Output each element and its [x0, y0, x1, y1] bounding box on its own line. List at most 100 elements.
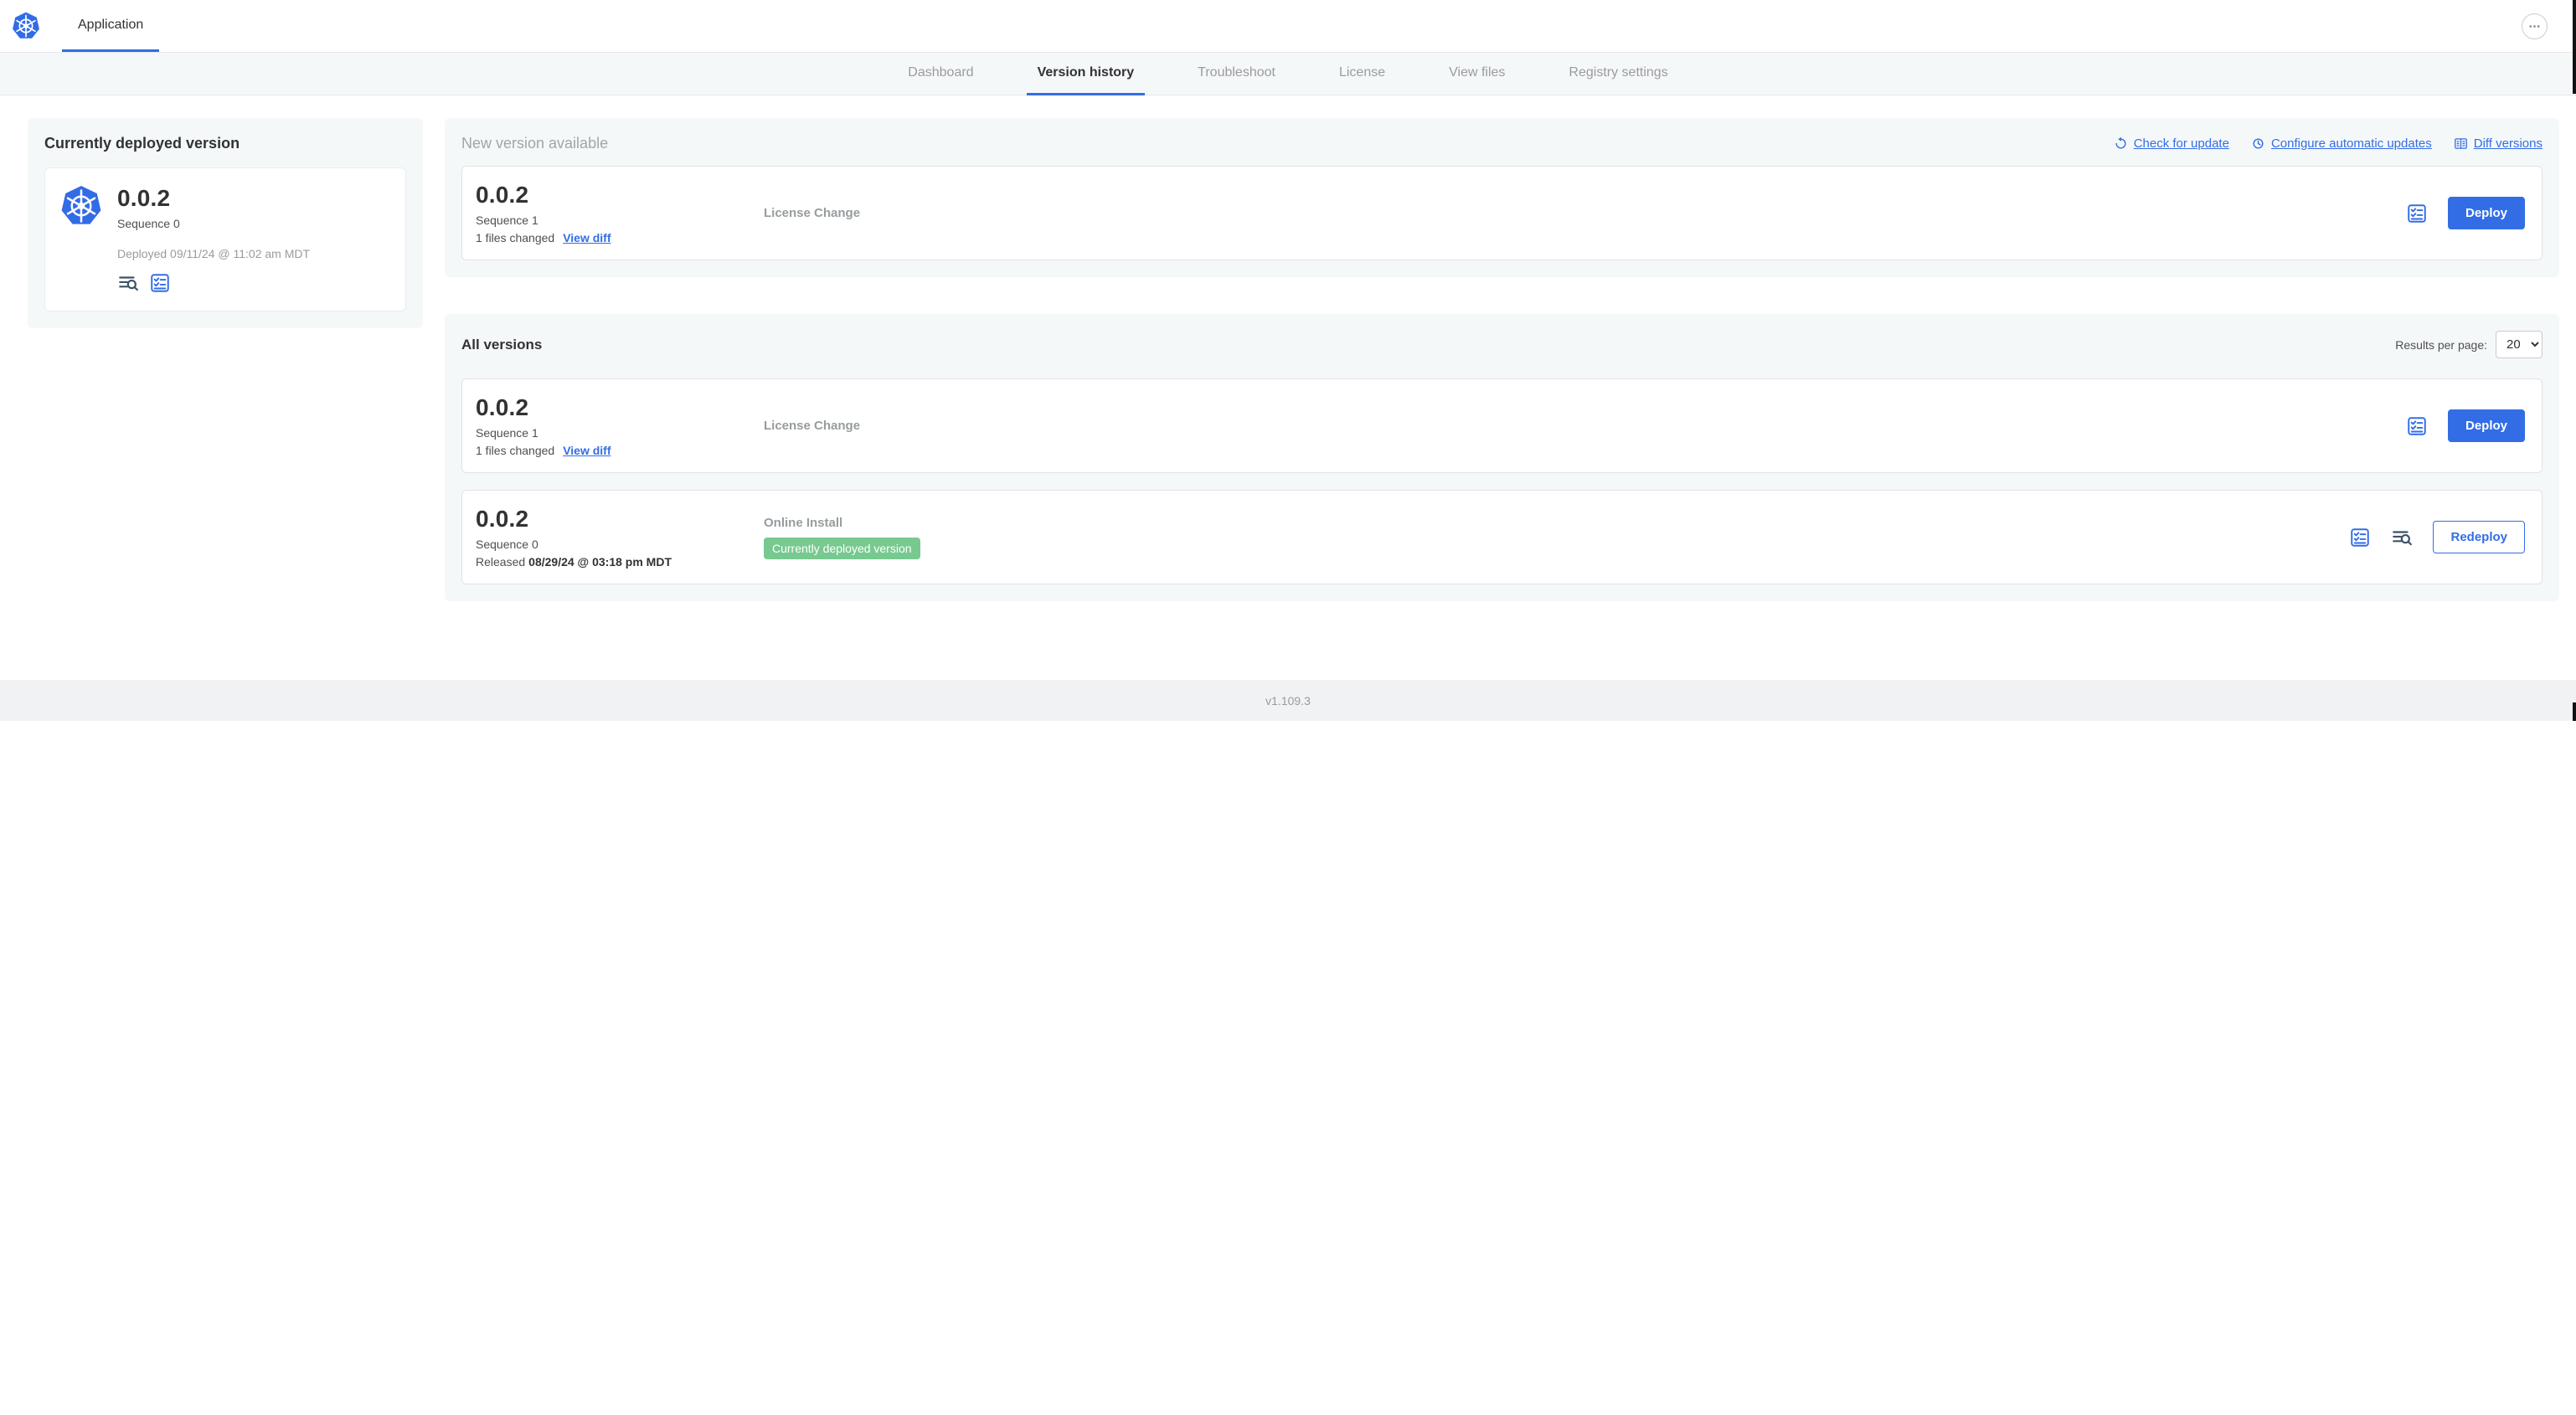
tab-view-files[interactable]: View files: [1438, 53, 1516, 95]
version-source: Online Install Currently deployed versio…: [764, 516, 2332, 559]
checklist-icon: [2406, 203, 2428, 224]
top-bar: Application: [0, 0, 2576, 53]
currently-deployed-badge: Currently deployed version: [764, 537, 920, 559]
version-list: 0.0.2 Sequence 1 1 files changed View di…: [461, 378, 2543, 584]
version-row: 0.0.2 Sequence 1 1 files changed View di…: [461, 378, 2543, 473]
tab-troubleshoot[interactable]: Troubleshoot: [1187, 53, 1286, 95]
preflight-checks-button[interactable]: [149, 272, 171, 294]
version-number: 0.0.2: [117, 185, 171, 211]
refresh-ccw-icon: [2114, 136, 2128, 151]
diff-versions-label: Diff versions: [2473, 136, 2543, 151]
app-nav: Dashboard Version history Troubleshoot L…: [0, 53, 2576, 95]
view-diff-link[interactable]: View diff: [563, 444, 611, 457]
checklist-icon: [149, 272, 171, 294]
all-versions-section: All versions Results per page: 20 0.0.2 …: [445, 314, 2559, 601]
tab-label: Dashboard: [908, 65, 974, 80]
tab-label: Troubleshoot: [1198, 65, 1275, 80]
tab-dashboard[interactable]: Dashboard: [897, 53, 984, 95]
view-diff-link[interactable]: View diff: [563, 231, 611, 244]
all-versions-header: All versions Results per page: 20: [461, 331, 2543, 358]
app-tab[interactable]: Application: [62, 0, 160, 52]
all-versions-title: All versions: [461, 336, 543, 352]
currently-deployed-section: Currently deployed version 0.0.2 Sequenc…: [28, 118, 423, 328]
version-row-actions: Deploy: [2389, 197, 2525, 229]
version-number: 0.0.2: [476, 394, 529, 420]
clock-icon: [2251, 136, 2265, 151]
version-row-actions: Redeploy: [2332, 521, 2525, 553]
check-for-update-label: Check for update: [2133, 136, 2229, 151]
sequence-label: Sequence 0: [117, 217, 180, 230]
results-per-page-label: Results per page:: [2395, 337, 2487, 352]
deploy-logs-button[interactable]: [117, 272, 139, 294]
version-source: License Change: [764, 206, 2389, 220]
kubernetes-app-icon: [60, 185, 102, 227]
tab-label: View files: [1449, 65, 1506, 80]
console-version-label: v1.109.3: [1265, 693, 1311, 708]
tab-label: Registry settings: [1569, 65, 1668, 80]
version-info: 0.0.2 Sequence 1 1 files changed View di…: [476, 182, 764, 244]
screen-edge-artifact-top: [2573, 0, 2576, 94]
screen-edge-artifact-bottom: [2573, 702, 2576, 721]
main-content: Currently deployed version 0.0.2 Sequenc…: [0, 95, 2576, 680]
app-tab-label: Application: [78, 17, 144, 32]
currently-deployed-column: Currently deployed version 0.0.2 Sequenc…: [28, 118, 423, 328]
version-number: 0.0.2: [476, 506, 529, 532]
files-changed-row: 1 files changed View diff: [476, 444, 764, 457]
version-info: 0.0.2 Sequence 1 1 files changed View di…: [476, 394, 764, 457]
current-version-actions: [117, 272, 310, 294]
checklist-icon: [2349, 527, 2371, 548]
version-info: 0.0.2 Sequence 0 Released 08/29/24 @ 03:1…: [476, 506, 764, 569]
diff-table-icon: [2454, 136, 2468, 151]
version-source-label: License Change: [764, 419, 861, 433]
ellipsis-icon: [2527, 18, 2543, 34]
version-number: 0.0.2: [476, 182, 529, 208]
deploy-button[interactable]: Deploy: [2447, 197, 2525, 229]
diff-versions-link[interactable]: Diff versions: [2454, 136, 2543, 151]
checklist-icon: [2406, 415, 2428, 437]
current-version-details: 0.0.2 Sequence 0 Deployed 09/11/24 @ 11:…: [117, 185, 310, 294]
preflight-checks-button[interactable]: [2349, 527, 2371, 548]
deploy-button[interactable]: Deploy: [2447, 409, 2525, 442]
files-changed-label: 1 files changed: [476, 444, 555, 457]
preflight-checks-button[interactable]: [2406, 415, 2428, 437]
released-date: 08/29/24 @ 03:18 pm MDT: [528, 555, 672, 569]
log-search-icon: [117, 272, 139, 294]
tab-version-history[interactable]: Version history: [1026, 53, 1146, 95]
version-source-label: Online Install: [764, 515, 843, 530]
currently-deployed-title: Currently deployed version: [44, 135, 240, 152]
deployed-timestamp: Deployed 09/11/24 @ 11:02 am MDT: [117, 247, 311, 260]
app-footer: v1.109.3: [0, 680, 2576, 721]
new-version-header: New version available Check for update C…: [461, 135, 2543, 152]
configure-automatic-updates-link[interactable]: Configure automatic updates: [2251, 136, 2432, 151]
new-version-row: 0.0.2 Sequence 1 1 files changed View di…: [461, 166, 2543, 260]
configure-automatic-updates-label: Configure automatic updates: [2270, 136, 2432, 151]
tab-registry-settings[interactable]: Registry settings: [1558, 53, 1678, 95]
version-actions-links: Check for update Configure automatic upd…: [2114, 136, 2543, 151]
tab-label: License: [1338, 65, 1386, 80]
new-version-title: New version available: [461, 135, 609, 152]
check-for-update-link[interactable]: Check for update: [2114, 136, 2229, 151]
tab-license[interactable]: License: [1328, 53, 1396, 95]
versions-column: New version available Check for update C…: [445, 118, 2559, 601]
results-per-page: Results per page: 20: [2395, 331, 2543, 358]
page: Application Dashboard Version history Tr…: [0, 0, 2576, 721]
log-search-icon: [2391, 527, 2413, 548]
released-timestamp: Released 08/29/24 @ 03:18 pm MDT: [476, 555, 764, 569]
tab-label: Version history: [1037, 65, 1135, 80]
sequence-label: Sequence 1: [476, 426, 538, 440]
deploy-logs-button[interactable]: [2391, 527, 2413, 548]
files-changed-row: 1 files changed View diff: [476, 231, 764, 244]
sequence-label: Sequence 0: [476, 538, 538, 551]
preflight-checks-button[interactable]: [2406, 203, 2428, 224]
kubernetes-logo-icon: [12, 0, 40, 52]
released-prefix: Released: [476, 555, 526, 569]
version-source-label: License Change: [764, 206, 861, 220]
sequence-label: Sequence 1: [476, 214, 538, 227]
version-source: License Change: [764, 419, 2389, 433]
files-changed-label: 1 files changed: [476, 231, 555, 244]
redeploy-button[interactable]: Redeploy: [2433, 521, 2525, 553]
more-options-button[interactable]: [2522, 13, 2548, 39]
version-row-actions: Deploy: [2389, 409, 2525, 442]
results-per-page-select[interactable]: 20: [2496, 331, 2543, 358]
current-version-card: 0.0.2 Sequence 0 Deployed 09/11/24 @ 11:…: [44, 167, 406, 311]
